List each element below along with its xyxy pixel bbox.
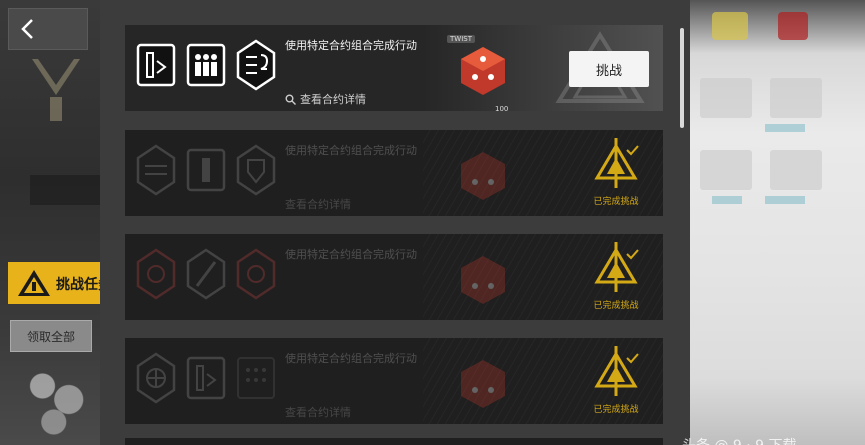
completed-badge: 已完成挑战	[587, 240, 645, 318]
right-backdrop-item	[770, 150, 822, 190]
completed-emblem-icon	[594, 242, 639, 292]
dice-reward-icon	[461, 152, 505, 200]
contract-arrow-icon[interactable]	[185, 350, 227, 406]
details-label: 查看合约详情	[285, 406, 351, 419]
contract-tower-icon[interactable]	[185, 142, 227, 198]
watermark: 头条 @ 9 · 9 下载	[682, 435, 797, 445]
right-backdrop-item	[700, 78, 752, 118]
contract-grid-icon[interactable]	[235, 350, 277, 406]
completed-badge: 已完成挑战	[587, 344, 645, 422]
claim-all-button[interactable]: 领取全部	[10, 320, 92, 352]
challenge-button[interactable]: 挑战	[569, 51, 649, 87]
contract-spear-icon[interactable]	[185, 246, 227, 302]
contract-squad-icon[interactable]	[185, 37, 227, 93]
left-backdrop-figure	[20, 350, 95, 440]
details-label: 查看合约详情	[300, 93, 366, 106]
details-label: 查看合约详情	[285, 198, 351, 211]
view-contract-details-link[interactable]: 查看合约详情	[285, 196, 351, 212]
completed-label: 已完成挑战	[593, 405, 639, 415]
completed-emblem-icon	[594, 138, 639, 188]
card-title: 使用特定合约组合完成行动	[285, 248, 417, 261]
reward-item[interactable]	[453, 146, 513, 204]
dice-reward-icon	[461, 360, 505, 408]
search-icon	[285, 94, 296, 105]
reward-item[interactable]	[453, 354, 513, 412]
challenge-card: 使用特定合约组合完成行动 查看合约详情 已完成挑战	[125, 130, 663, 216]
challenge-card	[125, 438, 663, 445]
reward-item[interactable]	[453, 250, 513, 308]
contract-shield-icon[interactable]	[235, 142, 277, 198]
challenge-card: 使用特定合约组合完成行动 查看合约详情 TWIST 100 挑战	[125, 25, 663, 113]
dice-reward-icon	[461, 47, 505, 95]
right-backdrop-item	[765, 196, 805, 204]
challenge-card: 使用特定合约组合完成行动 查看合约详情 已完成挑战	[125, 338, 663, 424]
challenge-card: 使用特定合约组合完成行动 已完成挑战	[125, 234, 663, 320]
completed-label: 已完成挑战	[593, 197, 639, 207]
right-backdrop-item	[712, 196, 742, 204]
contract-cross-icon[interactable]	[135, 350, 177, 406]
completed-label: 已完成挑战	[593, 301, 639, 311]
challenge-emblem-icon	[18, 270, 50, 296]
contract-cost-icon[interactable]	[135, 246, 177, 302]
chevron-left-icon	[21, 19, 33, 39]
contract-level-icon[interactable]	[235, 37, 277, 93]
completed-emblem-icon	[594, 346, 639, 396]
contract-dash-icon[interactable]	[135, 142, 177, 198]
scrollbar[interactable]	[680, 28, 684, 128]
card-title: 使用特定合约组合完成行动	[285, 144, 417, 157]
card-title: 使用特定合约组合完成行动	[285, 352, 417, 365]
reward-count: 100	[495, 105, 509, 113]
back-button[interactable]	[8, 8, 88, 50]
operator-emblem-icon	[32, 59, 80, 121]
right-backdrop-item	[778, 12, 808, 40]
view-contract-details-link[interactable]: 查看合约详情	[285, 404, 351, 420]
left-backdrop-shadow	[30, 175, 100, 205]
right-backdrop-item	[712, 12, 748, 40]
card-title: 使用特定合约组合完成行动	[285, 39, 417, 52]
contract-arrow-icon[interactable]	[135, 37, 177, 93]
reward-item[interactable]	[453, 41, 513, 99]
contract-cost-icon[interactable]	[235, 246, 277, 302]
right-backdrop	[690, 0, 865, 445]
completed-badge: 已完成挑战	[587, 136, 645, 214]
dice-reward-icon	[461, 256, 505, 304]
right-backdrop-item	[700, 150, 752, 190]
right-backdrop-item	[770, 78, 822, 118]
right-backdrop-item	[765, 124, 805, 132]
view-contract-details-link[interactable]: 查看合约详情	[285, 91, 366, 107]
